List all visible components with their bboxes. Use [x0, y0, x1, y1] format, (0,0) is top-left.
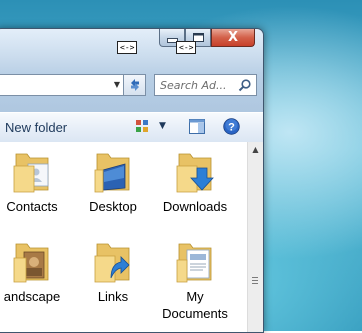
chevron-down-icon[interactable]: ▼: [114, 80, 120, 89]
search-icon[interactable]: [238, 78, 252, 92]
item-label: Desktop: [89, 199, 137, 214]
folder-item[interactable]: Links: [73, 238, 153, 305]
explorer-window: X <-> <-> ▼ New folder: [0, 28, 264, 333]
scroll-grip-icon[interactable]: [252, 277, 258, 286]
svg-text:?: ?: [228, 122, 235, 134]
refresh-button[interactable]: [124, 74, 146, 96]
refresh-icon: [130, 79, 139, 91]
command-bar: New folder ▼ ?: [0, 112, 263, 143]
close-button[interactable]: X: [211, 29, 255, 47]
folder-item[interactable]: Contacts: [0, 148, 72, 215]
vertical-scrollbar[interactable]: ▲: [247, 142, 263, 332]
contacts-folder-icon: [13, 153, 49, 193]
caption-buttons: X: [159, 29, 255, 48]
search-box[interactable]: [154, 74, 257, 96]
desktop-folder-icon: [94, 153, 130, 193]
search-input[interactable]: [160, 78, 236, 92]
scroll-up-icon[interactable]: ▲: [248, 145, 263, 154]
new-folder-button[interactable]: New folder: [5, 120, 67, 135]
close-icon: X: [227, 30, 239, 45]
folder-item[interactable]: andscape: [0, 238, 72, 305]
change-view-icon[interactable]: [135, 119, 149, 133]
folder-item[interactable]: Downloads: [155, 148, 235, 215]
documents-folder-icon: [176, 243, 212, 283]
item-label: Downloads: [162, 199, 228, 214]
item-label: Links: [97, 289, 129, 304]
links-folder-icon: [94, 243, 130, 283]
preview-pane-icon[interactable]: [189, 119, 205, 134]
resize-indicator: <->: [117, 41, 138, 54]
item-label: Contacts: [6, 199, 58, 214]
view-options-chevron-icon[interactable]: ▼: [159, 121, 166, 131]
resize-indicator: <->: [176, 41, 197, 54]
folder-item[interactable]: Desktop: [73, 148, 153, 215]
landscape-folder-icon: [13, 243, 49, 283]
address-bar[interactable]: ▼: [0, 74, 124, 96]
file-view: Contacts Desktop Downloads andscape Link…: [0, 142, 247, 332]
item-label: andscape: [3, 289, 61, 304]
address-row: ▼: [0, 74, 257, 98]
item-label: My Documents: [162, 289, 228, 321]
downloads-folder-icon: [176, 153, 214, 193]
folder-item[interactable]: My Documents: [155, 238, 235, 322]
help-icon[interactable]: ?: [223, 118, 240, 135]
